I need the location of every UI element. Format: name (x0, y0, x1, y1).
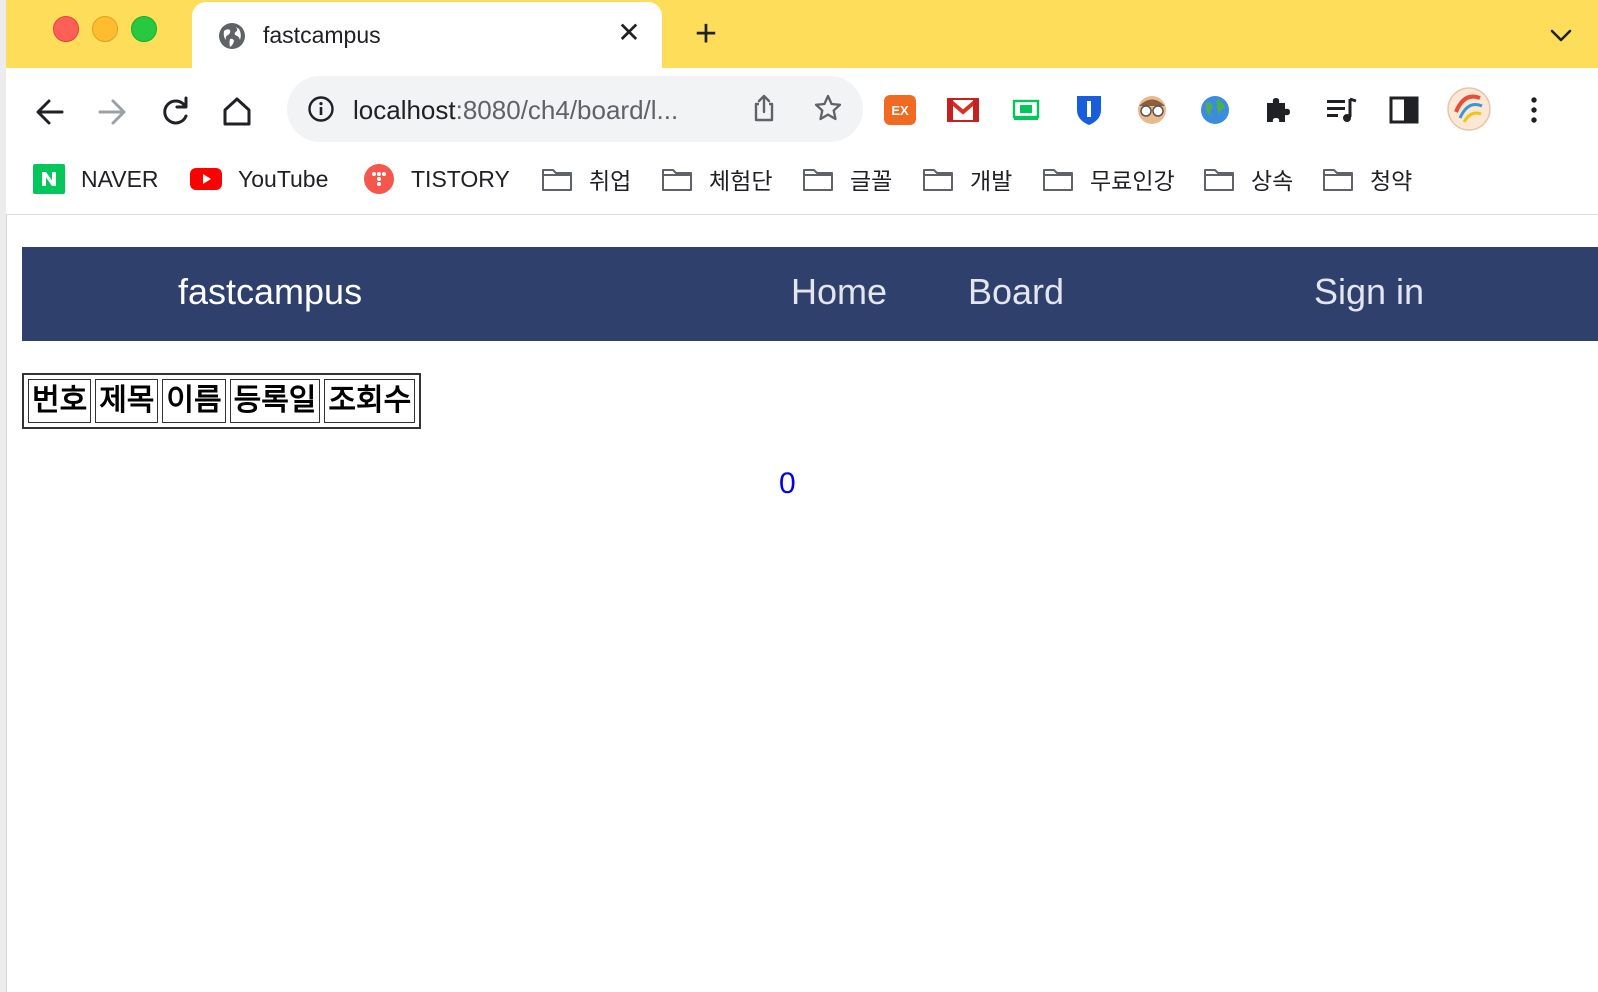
tab-active[interactable]: fastcampus ✕ (192, 2, 662, 68)
nav-board-link[interactable]: Board (968, 271, 1064, 313)
bookmark-label: YouTube (238, 165, 329, 192)
tab-close-button[interactable]: ✕ (614, 18, 644, 48)
svg-text:EX: EX (891, 103, 909, 118)
side-panel-icon[interactable] (1387, 93, 1421, 127)
bookmark-star-icon[interactable] (813, 93, 843, 123)
globe-extension-icon[interactable] (1198, 93, 1232, 127)
folder-icon (1323, 169, 1353, 191)
new-tab-button[interactable]: + (688, 15, 724, 53)
site-navbar: fastcampus Home Board Sign in (22, 247, 1598, 341)
bookmark-label: 청약 (1370, 168, 1413, 194)
tistory-icon (364, 164, 394, 194)
site-info-icon[interactable] (307, 95, 335, 123)
nav-signin-link[interactable]: Sign in (1314, 271, 1424, 313)
back-icon[interactable] (30, 92, 70, 132)
profile-avatar-icon[interactable] (1446, 86, 1492, 132)
bookmark-tistory[interactable]: TISTORY (363, 163, 510, 195)
window-close-button[interactable] (53, 16, 79, 42)
share-icon[interactable] (749, 93, 779, 123)
folder-icon (923, 169, 953, 191)
nav-home-link[interactable]: Home (791, 271, 887, 313)
chevron-down-icon[interactable] (1548, 22, 1574, 48)
bookmark-label: 상속 (1251, 168, 1294, 194)
bookmark-folder-상속[interactable]: 상속 (1203, 163, 1293, 195)
window-minimize-button[interactable] (92, 16, 118, 42)
media-control-icon[interactable] (1324, 93, 1358, 127)
site-brand-link[interactable]: fastcampus (178, 271, 362, 313)
reload-icon[interactable] (155, 92, 195, 132)
bookmark-folder-취업[interactable]: 취업 (541, 163, 631, 195)
window-zoom-button[interactable] (131, 16, 157, 42)
bitwarden-icon[interactable] (1072, 93, 1106, 127)
bookmark-label: 글꼴 (850, 168, 893, 194)
bookmark-label: 체험단 (709, 168, 773, 194)
folder-icon (1043, 169, 1073, 191)
folder-icon (803, 169, 833, 191)
page-link[interactable]: 0 (779, 467, 796, 501)
tab-strip: fastcampus ✕ + (6, 0, 1598, 68)
puzzle-icon[interactable] (1261, 93, 1295, 127)
globe-icon (219, 23, 245, 49)
bookmark-label: 개발 (970, 168, 1013, 194)
bookmark-folder-청약[interactable]: 청약 (1322, 163, 1412, 195)
bookmark-naver[interactable]: NAVER (33, 163, 159, 195)
youtube-icon (190, 168, 222, 190)
forward-icon[interactable] (92, 92, 132, 132)
more-menu-icon[interactable] (1517, 93, 1551, 127)
avatar-extension-icon[interactable] (1135, 93, 1169, 127)
column-header-date: 등록일 (229, 379, 321, 423)
column-header-name: 이름 (162, 379, 226, 423)
home-icon[interactable] (217, 92, 257, 132)
browser-toolbar: localhost:8080/ch4/board/l... EX (6, 68, 1598, 150)
folder-icon (542, 169, 572, 191)
bookmark-label: NAVER (81, 165, 159, 192)
table-header-row: 번호 제목 이름 등록일 조회수 (28, 379, 416, 423)
naver-extension-icon[interactable] (1009, 93, 1043, 127)
column-header-title: 제목 (95, 379, 159, 423)
column-header-number: 번호 (28, 379, 92, 423)
address-url[interactable]: localhost:8080/ch4/board/l... (353, 95, 678, 126)
folder-icon (662, 169, 692, 191)
bookmark-label: 취업 (589, 168, 632, 194)
tab-title: fastcampus (263, 22, 381, 48)
board-table: 번호 제목 이름 등록일 조회수 (22, 373, 422, 429)
column-header-views: 조회수 (324, 379, 416, 423)
url-host: localhost (353, 95, 456, 125)
address-bar[interactable]: localhost:8080/ch4/board/l... (287, 76, 863, 142)
ex-extension-icon[interactable]: EX (883, 93, 917, 127)
bookmark-label: 무료인강 (1090, 168, 1175, 194)
bookmark-label: TISTORY (411, 165, 510, 192)
bookmark-folder-체험단[interactable]: 체험단 (661, 163, 772, 195)
bookmark-folder-글꼴[interactable]: 글꼴 (802, 163, 892, 195)
url-path: :8080/ch4/board/l... (455, 95, 679, 125)
bookmark-youtube[interactable]: YouTube (190, 163, 328, 195)
bookmark-folder-무료인강[interactable]: 무료인강 (1042, 163, 1175, 195)
naver-icon (33, 164, 65, 194)
bookmark-folder-개발[interactable]: 개발 (922, 163, 1012, 195)
bookmarks-bar: NAVER YouTube TISTORY 취업 체험단 글꼴 개발 무료인강 (6, 150, 1598, 215)
folder-icon (1204, 169, 1234, 191)
gmail-icon[interactable] (946, 93, 980, 127)
